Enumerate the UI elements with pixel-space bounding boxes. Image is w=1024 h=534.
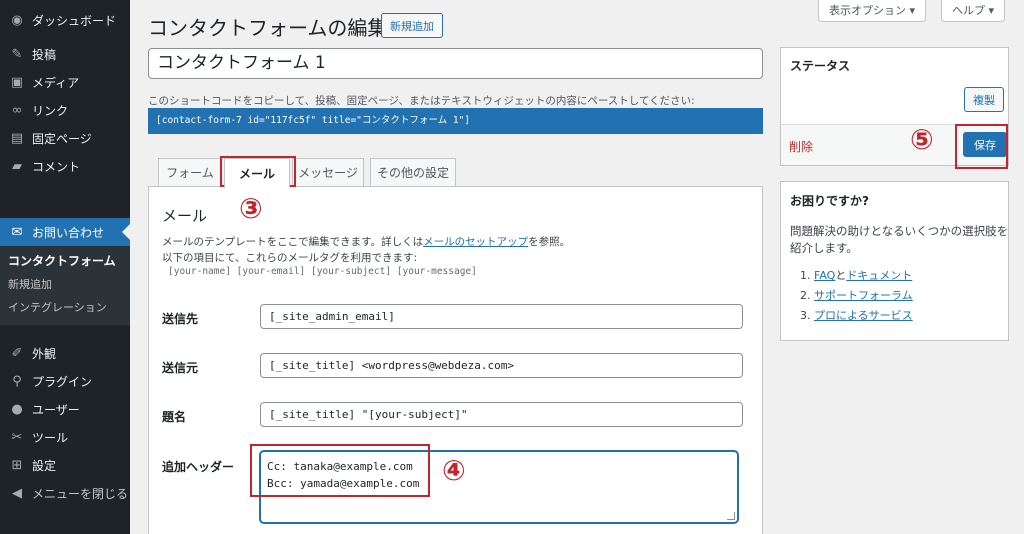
subject-label: 題名 xyxy=(162,410,187,424)
desc-text: を参照。 xyxy=(528,236,571,248)
headers-label: 追加ヘッダー xyxy=(162,460,235,474)
to-input[interactable]: [_site_admin_email] xyxy=(260,304,743,329)
delete-link[interactable]: 削除 xyxy=(789,138,813,155)
menu-label: ツール xyxy=(32,430,69,445)
annotation-box-save xyxy=(955,124,1008,169)
list-number: 2. xyxy=(800,289,811,302)
list-number: 1. xyxy=(800,269,811,282)
help-title: お困りですか? xyxy=(790,194,869,208)
shortcode-description: このショートコードをコピーして、投稿、固定ページ、またはテキストウィジェットの内… xyxy=(148,95,695,107)
page-icon: ▤ xyxy=(10,130,24,146)
list-number: 3. xyxy=(800,309,811,322)
menu-pages[interactable]: ▤ 固定ページ xyxy=(0,124,130,152)
help-text: 問題解決の助けとなるいくつかの選択肢を xyxy=(790,224,1009,238)
dashboard-icon: ◉ xyxy=(11,12,23,28)
help-item-3: 3. プロによるサービス xyxy=(800,307,913,323)
collapse-icon: ◀ xyxy=(12,485,22,501)
comment-icon: ▰ xyxy=(12,158,22,174)
mail-icon: ✉ xyxy=(11,224,23,240)
mail-tags-description: 以下の項目にて、これらのメールタグを利用できます: xyxy=(162,252,418,264)
tab-mail[interactable]: メール xyxy=(224,158,290,188)
list-text: と xyxy=(835,269,847,282)
plugin-icon: ⚲ xyxy=(12,373,22,389)
menu-users[interactable]: ● ユーザー xyxy=(0,395,130,423)
from-label: 送信元 xyxy=(162,361,199,375)
to-label: 送信先 xyxy=(162,312,199,326)
from-input[interactable]: [_site_title] <wordpress@webdeza.com> xyxy=(260,353,743,378)
shortcode-field[interactable]: [contact-form-7 id="117fc5f" title="コンタク… xyxy=(148,108,763,134)
faq-link[interactable]: FAQ xyxy=(814,269,835,282)
menu-tools[interactable]: ✂ ツール xyxy=(0,423,130,451)
admin-sidebar: ◉ ダッシュボード ✎ 投稿 ▣ メディア ∞ リンク ▤ 固定ページ ▰ コメント ✉ お問… xyxy=(0,0,130,534)
user-icon: ● xyxy=(11,401,23,417)
menu-media[interactable]: ▣ メディア xyxy=(0,68,130,96)
mail-tags: [your-name] [your-email] [your-subject] … xyxy=(168,266,477,277)
menu-label: ユーザー xyxy=(32,402,80,417)
mail-setup-link[interactable]: メールのセットアップ xyxy=(423,236,528,248)
menu-label: リンク xyxy=(32,103,69,118)
menu-label: 設定 xyxy=(32,458,57,473)
menu-appearance[interactable]: ✐ 外観 xyxy=(0,339,130,367)
page-title: コンタクトフォームの編集 xyxy=(148,16,388,40)
appearance-icon: ✐ xyxy=(11,345,23,361)
add-new-button[interactable]: 新規追加 xyxy=(381,13,443,38)
tab-additional-settings[interactable]: その他の設定 xyxy=(370,158,456,186)
menu-collapse[interactable]: ◀ メニューを閉じる xyxy=(0,479,130,507)
support-forum-link[interactable]: サポートフォーラム xyxy=(814,289,913,302)
subject-input[interactable]: [_site_title] "[your-subject]" xyxy=(260,402,743,427)
contact-submenu: コンタクトフォーム 新規追加 インテグレーション xyxy=(0,246,130,325)
menu-posts[interactable]: ✎ 投稿 xyxy=(0,40,130,68)
menu-label: 外観 xyxy=(32,346,57,361)
annotation-number-5: ⑤ xyxy=(910,123,934,156)
annotation-number-3: ③ xyxy=(239,192,263,225)
link-icon: ∞ xyxy=(11,102,23,118)
menu-label: メニューを閉じる xyxy=(32,486,129,501)
media-icon: ▣ xyxy=(10,74,24,90)
form-title-input[interactable]: コンタクトフォーム 1 xyxy=(148,48,763,79)
menu-label: コメント xyxy=(32,159,81,174)
menu-plugins[interactable]: ⚲ プラグイン xyxy=(0,367,130,395)
submenu-add-new[interactable]: 新規追加 xyxy=(0,273,130,296)
pin-icon: ✎ xyxy=(11,46,23,62)
duplicate-button[interactable]: 複製 xyxy=(964,87,1004,112)
menu-label: ダッシュボード xyxy=(32,13,117,28)
menu-contact[interactable]: ✉ お問い合わせ xyxy=(0,218,130,246)
help-button[interactable]: ヘルプ ▾ xyxy=(941,0,1006,22)
mail-description: メールのテンプレートをここで編集できます。詳しくはメールのセットアップを参照。 xyxy=(162,234,570,249)
settings-icon: ⊞ xyxy=(11,457,23,473)
tools-icon: ✂ xyxy=(11,429,23,445)
menu-label: メディア xyxy=(32,75,80,90)
resize-grip-icon[interactable] xyxy=(727,512,735,520)
desc-text: メールのテンプレートをここで編集できます。詳しくは xyxy=(162,236,424,248)
menu-comments[interactable]: ▰ コメント xyxy=(0,152,130,180)
menu-links[interactable]: ∞ リンク xyxy=(0,96,130,124)
annotation-number-4: ④ xyxy=(442,454,466,487)
screen-options-button[interactable]: 表示オプション ▾ xyxy=(818,0,927,22)
menu-dashboard[interactable]: ◉ ダッシュボード xyxy=(0,6,130,34)
docs-link[interactable]: ドキュメント xyxy=(846,269,912,282)
menu-label: お問い合わせ xyxy=(32,225,105,240)
tab-messages[interactable]: メッセージ xyxy=(292,158,364,186)
menu-label: 固定ページ xyxy=(32,131,92,146)
menu-label: プラグイン xyxy=(32,374,93,389)
annotation-box-headers xyxy=(250,444,430,497)
pro-services-link[interactable]: プロによるサービス xyxy=(814,309,913,322)
submenu-contact-forms[interactable]: コンタクトフォーム xyxy=(0,250,130,273)
menu-settings[interactable]: ⊞ 設定 xyxy=(0,451,130,479)
tab-form[interactable]: フォーム xyxy=(158,158,222,186)
submenu-integration[interactable]: インテグレーション xyxy=(0,296,130,319)
mail-heading: メール xyxy=(162,207,208,225)
menu-label: 投稿 xyxy=(32,47,57,62)
status-title: ステータス xyxy=(790,59,851,73)
help-item-1: 1. FAQとドキュメント xyxy=(800,267,912,283)
help-item-2: 2. サポートフォーラム xyxy=(800,287,913,303)
help-text: 紹介します。 xyxy=(790,241,858,255)
